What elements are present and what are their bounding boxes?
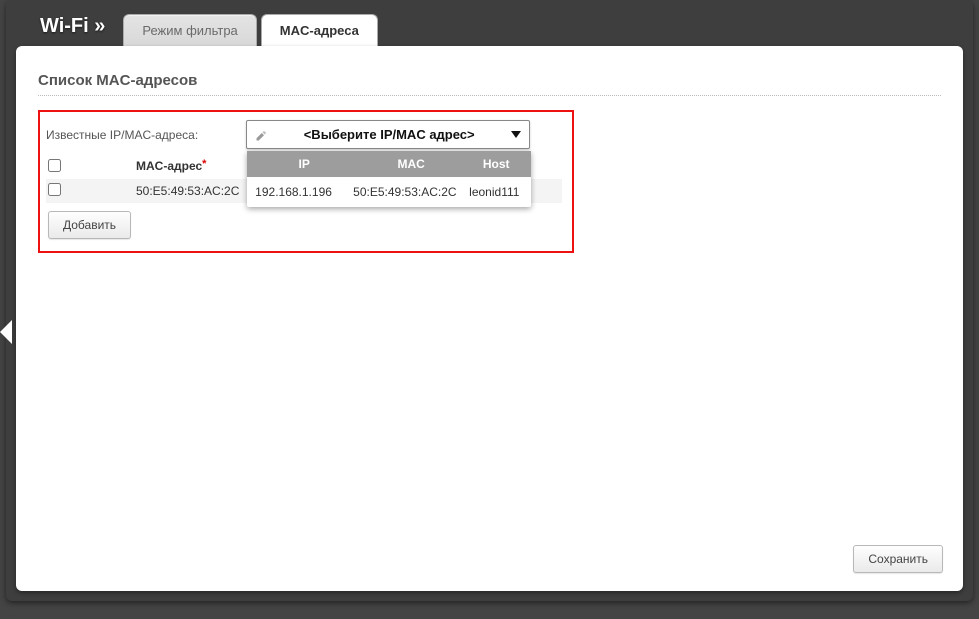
tab-mac-addresses[interactable]: MAC-адреса	[261, 14, 378, 46]
dropdown-option-mac: 50:E5:49:53:AC:2C	[353, 185, 469, 199]
nav-back-arrow-icon[interactable]	[0, 320, 12, 344]
save-button[interactable]: Сохранить	[853, 545, 943, 573]
dropdown-option-host: leonid111	[469, 185, 523, 199]
pencil-icon	[255, 129, 267, 141]
dropdown-placeholder: <Выберите IP/MAC адрес>	[273, 127, 505, 142]
header-bar: Wi-Fi » Режим фильтра MAC-адреса	[6, 0, 973, 46]
row-checkbox[interactable]	[48, 183, 61, 196]
highlight-region: Известные IP/MAC-адреса: <Выберите IP/MA…	[38, 110, 574, 253]
ip-mac-dropdown[interactable]: <Выберите IP/MAC адрес> IP MAC Host 192.…	[246, 120, 530, 149]
select-all-checkbox[interactable]	[48, 159, 61, 172]
dropdown-header: IP MAC Host	[247, 151, 531, 177]
dropdown-col-ip: IP	[255, 157, 353, 171]
dropdown-option-ip: 192.168.1.196	[255, 185, 353, 199]
known-addresses-label: Известные IP/MAC-адреса:	[46, 128, 198, 142]
mac-header-label: MAC-адрес	[136, 159, 202, 173]
tab-filter-mode[interactable]: Режим фильтра	[123, 14, 256, 46]
dropdown-panel: IP MAC Host 192.168.1.196 50:E5:49:53:AC…	[247, 151, 531, 207]
section-title: Список MAC-адресов	[38, 72, 941, 96]
dropdown-col-host: Host	[469, 157, 523, 171]
dropdown-col-mac: MAC	[353, 157, 469, 171]
app-frame: Wi-Fi » Режим фильтра MAC-адреса Список …	[6, 0, 973, 601]
chevron-down-icon	[511, 131, 521, 138]
add-button[interactable]: Добавить	[48, 211, 131, 239]
dropdown-option[interactable]: 192.168.1.196 50:E5:49:53:AC:2C leonid11…	[247, 177, 531, 207]
content-panel: Список MAC-адресов Известные IP/MAC-адре…	[16, 46, 963, 591]
page-title: Wi-Fi »	[40, 15, 105, 46]
known-addresses-row: Известные IP/MAC-адреса: <Выберите IP/MA…	[46, 120, 562, 149]
required-asterisk: *	[202, 158, 206, 170]
